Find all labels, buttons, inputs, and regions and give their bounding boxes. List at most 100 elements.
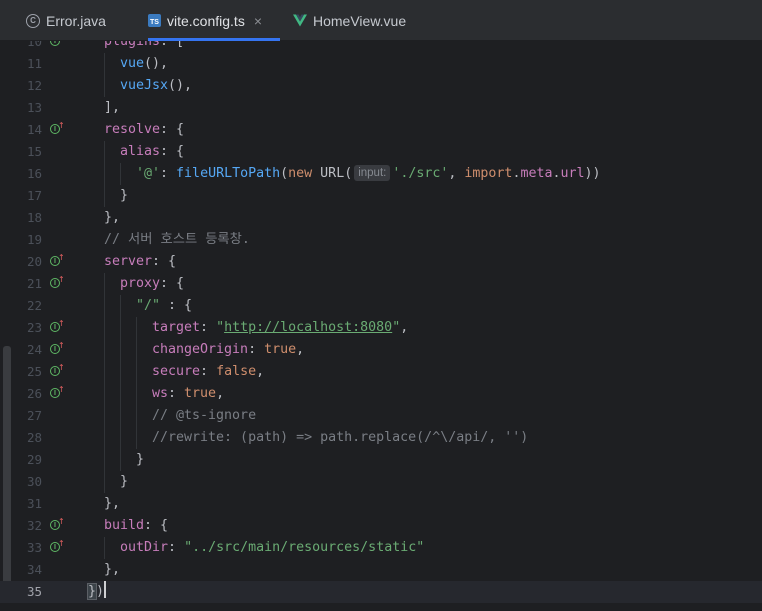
code-token: new [288, 166, 313, 181]
indent-guide [104, 471, 105, 493]
code-token: : { [160, 122, 185, 137]
code-line[interactable]: 32 I ↑ build: { [0, 515, 762, 537]
code-token: : { [160, 144, 185, 159]
line-number: 20 [26, 254, 42, 269]
line-number: 31 [26, 496, 42, 511]
close-icon[interactable]: × [254, 13, 262, 29]
indent-guide [104, 75, 105, 97]
code-token: : [200, 364, 217, 379]
indent-guide [136, 361, 137, 383]
code-line[interactable]: 12 vueJsx(), [0, 75, 762, 97]
code-token: } [120, 188, 129, 203]
code-token: : { [160, 276, 185, 291]
indent-guide [104, 273, 105, 295]
code-comment: //rewrite: (path) => path.replace(/^\/ap… [152, 430, 529, 445]
code-line[interactable]: 14 I ↑ resolve: { [0, 119, 762, 141]
code-token: (), [144, 56, 169, 71]
code-token: : { [144, 518, 169, 533]
code-line[interactable]: 26 I ↑ ws: true, [0, 383, 762, 405]
code-token: ( [280, 166, 289, 181]
code-token: alias [120, 144, 161, 159]
code-token: }, [104, 496, 121, 511]
code-line[interactable]: 11 vue(), [0, 53, 762, 75]
code-line[interactable]: 24 I ↑ changeOrigin: true, [0, 339, 762, 361]
indent-guide [136, 317, 137, 339]
code-line[interactable]: 17 } [0, 185, 762, 207]
line-number: 15 [26, 144, 42, 159]
code-line[interactable]: 13 ], [0, 97, 762, 119]
tab-label: vite.config.ts [167, 12, 245, 29]
code-token: secure [152, 364, 201, 379]
code-comment: // @ts-ignore [152, 408, 257, 423]
line-number: 16 [26, 166, 42, 181]
indent-guide [120, 163, 121, 185]
tab-label: Error.java [46, 12, 106, 29]
code-token: (), [168, 78, 193, 93]
line-number: 12 [26, 78, 42, 93]
indent-guide [120, 383, 121, 405]
code-line[interactable]: 33 I ↑ outDir: "../src/main/resources/sta… [0, 537, 762, 559]
code-token: : [248, 342, 265, 357]
line-number: 18 [26, 210, 42, 225]
code-line[interactable]: 19 // 서버 호스트 등록창. [0, 229, 762, 251]
code-line[interactable]: 25 I ↑ secure: false, [0, 361, 762, 383]
code-token: : [168, 540, 185, 555]
implementation-marker-icon[interactable]: I [50, 41, 60, 46]
code-token: build [104, 518, 145, 533]
code-line[interactable]: 18 }, [0, 207, 762, 229]
line-number: 10 [26, 41, 42, 49]
code-line[interactable]: 29 } [0, 449, 762, 471]
code-token: meta [520, 166, 553, 181]
code-token: URL( [312, 166, 353, 181]
arrow-up-icon: ↑ [58, 363, 65, 372]
code-line[interactable]: 21 I ↑ proxy: { [0, 273, 762, 295]
url-link[interactable]: http://localhost:8080 [224, 320, 392, 335]
code-token: }, [104, 210, 121, 225]
code-line[interactable]: 30 } [0, 471, 762, 493]
indent-guide [104, 141, 105, 163]
java-class-icon: C [26, 13, 40, 28]
code-token: )) [584, 166, 601, 181]
line-number: 27 [26, 408, 42, 423]
code-token: : [160, 166, 177, 181]
code-token: . [552, 166, 561, 181]
code-editor[interactable]: 10 I plugins: [ 11 vue(), 12 vueJsx(), 1… [0, 41, 762, 611]
code-line[interactable]: 20 I ↑ server: { [0, 251, 762, 273]
indent-guide [120, 317, 121, 339]
line-number: 17 [26, 188, 42, 203]
code-line[interactable]: 10 I plugins: [ [0, 41, 762, 53]
arrow-up-icon: ↑ [58, 275, 65, 284]
code-token: vueJsx [120, 78, 169, 93]
code-line[interactable]: 22 "/" : { [0, 295, 762, 317]
code-line[interactable]: 31 }, [0, 493, 762, 515]
line-number: 22 [26, 298, 42, 313]
tab-vite-config-ts[interactable]: TS vite.config.ts × [148, 0, 280, 41]
code-token: , [296, 342, 305, 357]
code-token: : { [160, 298, 193, 313]
code-token: : [200, 320, 217, 335]
code-line-current[interactable]: 35 }) [0, 581, 762, 603]
code-token: : [168, 386, 185, 401]
code-line[interactable]: 15 alias: { [0, 141, 762, 163]
indent-guide [136, 427, 137, 449]
code-line[interactable]: 34 }, [0, 559, 762, 581]
line-number: 30 [26, 474, 42, 489]
indent-guide [104, 383, 105, 405]
code-line[interactable]: 16 '@': fileURLToPath(new URL(input: './s… [0, 163, 762, 185]
code-token: "../src/main/resources/static" [184, 540, 425, 555]
line-number: 26 [26, 386, 42, 401]
indent-guide [136, 339, 137, 361]
line-number: 32 [26, 518, 42, 533]
indent-guide [104, 295, 105, 317]
line-number: 19 [26, 232, 42, 247]
code-line[interactable]: 27 // @ts-ignore [0, 405, 762, 427]
line-number: 29 [26, 452, 42, 467]
tab-error-java[interactable]: C Error.java [26, 0, 106, 41]
indent-guide [104, 361, 105, 383]
indent-guide [104, 537, 105, 559]
indent-guide [120, 361, 121, 383]
code-line[interactable]: 28 //rewrite: (path) => path.replace(/^\… [0, 427, 762, 449]
tab-homeview-vue[interactable]: HomeView.vue [293, 0, 406, 41]
code-token: '@' [136, 166, 161, 181]
code-line[interactable]: 23 I ↑ target: "http://localhost:8080", [0, 317, 762, 339]
